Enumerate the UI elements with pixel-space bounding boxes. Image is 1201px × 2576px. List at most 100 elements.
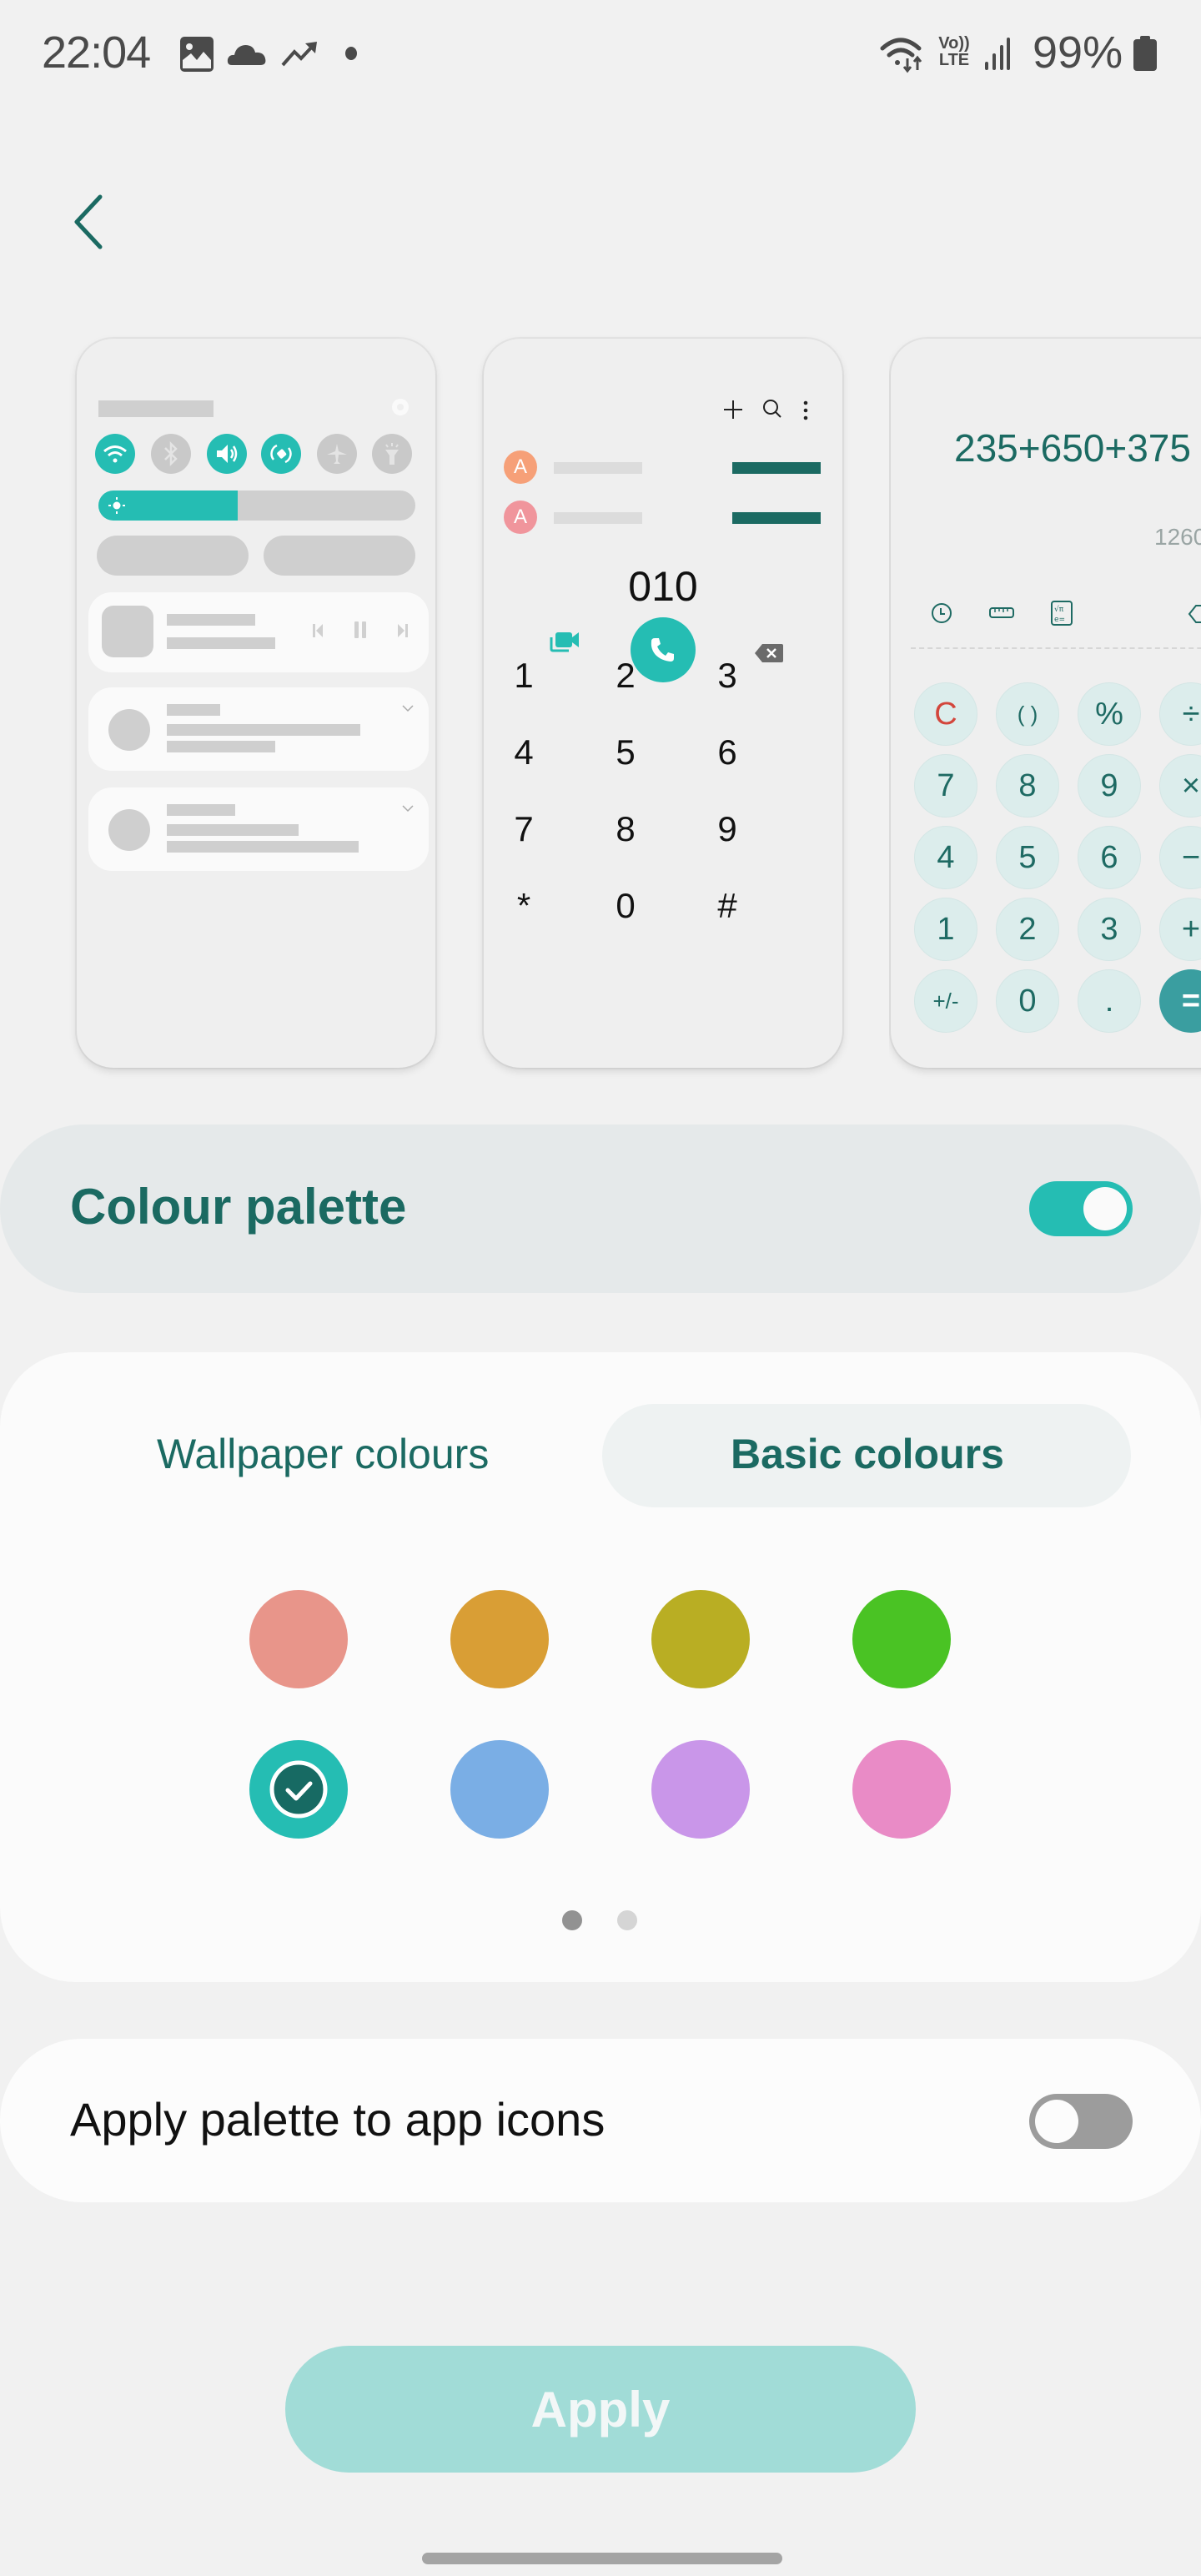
placeholder-bar: [167, 614, 255, 626]
colour-swatch[interactable]: [852, 1740, 951, 1839]
calc-key: 7: [914, 754, 977, 818]
calc-key: −: [1159, 826, 1201, 889]
media-notification: [88, 592, 429, 672]
backspace-icon: [755, 644, 783, 662]
volte-bottom-text: LTE: [938, 51, 970, 69]
qs-toggle-auto-rotate: [261, 434, 301, 474]
apply-button[interactable]: Apply: [285, 2346, 916, 2473]
dial-key: 5: [616, 732, 636, 772]
colour-palette-toggle[interactable]: [1029, 1181, 1133, 1236]
gallery-icon: [180, 37, 214, 72]
tab-wallpaper-colours[interactable]: Wallpaper colours: [157, 1430, 489, 1478]
page-indicator-active[interactable]: [562, 1910, 582, 1930]
quick-panel-preview: [77, 339, 435, 1068]
unit-converter-icon: [989, 607, 1014, 618]
pause-icon: [354, 621, 366, 638]
colour-swatch[interactable]: [651, 1740, 750, 1839]
placeholder-bar: [554, 462, 642, 474]
volte-icon: Vo)) LTE: [936, 35, 972, 68]
auto-rotate-icon: [270, 444, 292, 464]
dial-key: 7: [514, 809, 534, 848]
calc-key: 6: [1078, 826, 1141, 889]
battery-icon: [1133, 36, 1157, 71]
placeholder-bar: [167, 741, 275, 752]
placeholder-bar: [167, 804, 235, 816]
next-icon: [398, 624, 408, 637]
dial-key: 4: [514, 732, 534, 772]
phone-icon: [651, 638, 674, 662]
dial-key: 8: [616, 809, 636, 848]
calc-key: C: [914, 682, 977, 746]
home-indicator[interactable]: [422, 2553, 782, 2564]
svg-text:e=: e=: [1054, 616, 1065, 624]
signal-icon: [985, 38, 1010, 70]
calculator-preview-viewport: 235+650+375 1260 √π e= C ( )% ÷ 7 8 9 × 4 5 6− 1 2 3 +…: [889, 334, 1201, 1084]
plus-icon: [724, 400, 742, 419]
placeholder-bar-accent: [732, 462, 821, 474]
calc-key: ( ): [996, 682, 1059, 746]
calc-key: 8: [996, 754, 1059, 818]
colour-swatch[interactable]: [450, 1740, 549, 1839]
qs-toggle-wifi: [95, 434, 135, 474]
battery-percent: 99%: [1033, 28, 1123, 78]
calc-key: %: [1078, 682, 1141, 746]
qs-toggle-airplane: [317, 434, 357, 474]
calc-key: 1: [914, 898, 977, 961]
calc-key: 0: [996, 969, 1059, 1033]
placeholder-pill: [97, 536, 249, 576]
calculator-preview: 235+650+375 1260 √π e= C ( )% ÷ 7 8 9 × 4 5 6− 1 2 3 +…: [891, 339, 1201, 1068]
avatar-placeholder: [108, 709, 150, 751]
back-button[interactable]: [63, 189, 113, 255]
bluetooth-icon: [164, 441, 178, 466]
screen: 22:04 Vo)) LTE 99% A A 010 1 2 3 4 5 6 7…: [0, 0, 1201, 2576]
calc-key: 5: [996, 826, 1059, 889]
dial-key: 9: [717, 809, 737, 848]
previous-icon: [313, 624, 323, 637]
qs-toggle-flashlight: [372, 434, 412, 474]
qs-toggle-bluetooth: [151, 434, 191, 474]
brightness-icon: [108, 497, 125, 514]
calc-expression: 235+650+375: [954, 426, 1191, 470]
colour-swatch[interactable]: [249, 1590, 348, 1688]
airplane-icon: [327, 444, 347, 464]
colour-swatch[interactable]: [852, 1590, 951, 1688]
dialer-preview: A A 010 1 2 3 4 5 6 7 8 9 * 0 #: [484, 339, 842, 1068]
calc-key: +: [1159, 898, 1201, 961]
apply-palette-app-icons-toggle[interactable]: [1029, 2094, 1133, 2149]
dial-key: 6: [717, 732, 737, 772]
placeholder-bar: [554, 512, 642, 524]
calc-backspace-icon: [1188, 605, 1201, 623]
status-time: 22:04: [42, 28, 151, 78]
avatar-placeholder: [108, 809, 150, 851]
dial-key: 3: [717, 656, 737, 695]
placeholder-bar: [167, 637, 275, 649]
colour-swatch[interactable]: [450, 1590, 549, 1688]
placeholder-bar: [98, 400, 214, 417]
trending-icon: [281, 42, 317, 67]
history-icon: [932, 603, 952, 623]
apply-palette-app-icons-label: Apply palette to app icons: [70, 2093, 606, 2146]
svg-text:√π: √π: [1054, 605, 1064, 614]
colour-swatch-selected[interactable]: [249, 1740, 348, 1839]
calc-key: ÷: [1159, 682, 1201, 746]
tab-basic-colours[interactable]: Basic colours: [731, 1430, 1004, 1478]
wifi-icon: [880, 38, 922, 73]
cloud-icon: [227, 45, 266, 65]
calc-result: 1260: [1154, 524, 1201, 550]
dial-key: *: [516, 886, 531, 925]
dial-key: #: [717, 886, 737, 925]
colour-swatch[interactable]: [651, 1590, 750, 1688]
dial-key: 1: [514, 656, 534, 695]
toggle-knob: [1035, 2100, 1078, 2143]
calc-key: +/-: [914, 969, 977, 1033]
contact-avatar: A: [504, 450, 537, 484]
calc-key: =: [1159, 969, 1201, 1033]
album-art-placeholder: [102, 606, 153, 657]
calc-key: ×: [1159, 754, 1201, 818]
divider: [911, 647, 1201, 649]
dial-key: 0: [616, 886, 636, 925]
volte-top-text: Vo)): [938, 34, 970, 53]
chevron-down-icon: [402, 705, 414, 712]
page-indicator[interactable]: [617, 1910, 637, 1930]
notification-dot-icon: [345, 47, 357, 60]
